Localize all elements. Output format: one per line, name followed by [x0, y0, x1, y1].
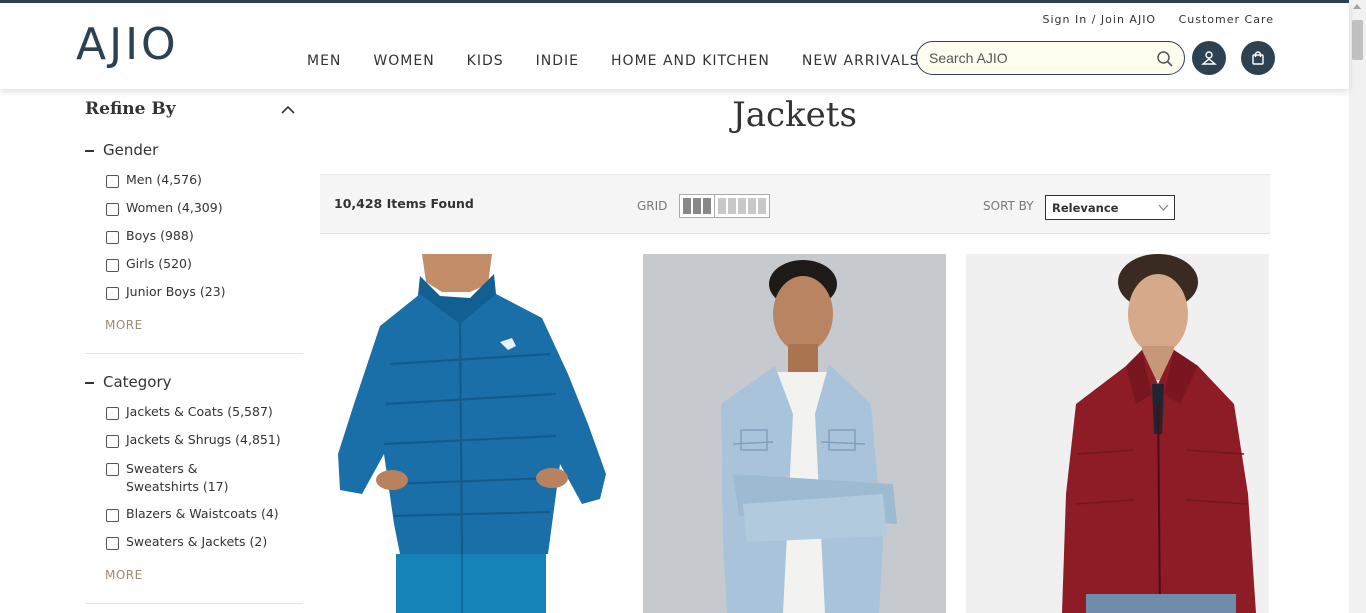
collapse-minus-icon — [85, 149, 94, 152]
nav-men[interactable]: MEN — [307, 53, 341, 69]
chevron-down-icon — [1158, 204, 1169, 211]
filter-option-label: Junior Boys (23) — [126, 284, 226, 299]
filter-option-label: Women (4,309) — [126, 200, 223, 215]
filter-gender-title[interactable]: Gender — [85, 141, 158, 159]
main-nav: MEN WOMEN KIDS INDIE HOME AND KITCHEN NE… — [307, 53, 920, 69]
scroll-up-arrow[interactable] — [1353, 4, 1361, 9]
filter-option[interactable]: Jackets & Shrugs (4,851) — [106, 432, 281, 448]
checkbox[interactable] — [106, 287, 119, 300]
checkbox[interactable] — [106, 259, 119, 272]
filter-option[interactable]: Sweaters & Jackets (2) — [106, 534, 267, 550]
filter-divider — [85, 603, 303, 604]
category-more-link[interactable]: MORE — [105, 568, 143, 582]
product-image — [643, 254, 946, 613]
checkbox[interactable] — [106, 203, 119, 216]
gender-more-link[interactable]: MORE — [105, 318, 143, 332]
sign-in-link[interactable]: Sign In / Join AJIO — [1043, 13, 1157, 26]
nav-kids[interactable]: KIDS — [467, 53, 504, 69]
bag-icon — [1252, 51, 1264, 65]
user-icon — [1201, 51, 1217, 65]
filter-option-label: Blazers & Waistcoats (4) — [126, 506, 279, 521]
cart-button[interactable] — [1241, 41, 1275, 75]
filter-option[interactable]: Men (4,576) — [106, 172, 202, 188]
filter-option-label: Girls (520) — [126, 256, 192, 271]
product-card[interactable] — [643, 254, 946, 613]
nav-new-arrivals[interactable]: NEW ARRIVALS — [802, 53, 920, 69]
grid-3-column-button[interactable] — [680, 195, 715, 217]
filter-option[interactable]: Women (4,309) — [106, 200, 223, 216]
filter-option-label: Jackets & Coats (5,587) — [126, 404, 273, 419]
ajio-logo[interactable]: AJIO — [76, 23, 179, 67]
sort-selected-value: Relevance — [1052, 201, 1119, 215]
grid-label: GRID — [637, 199, 668, 213]
product-image — [966, 254, 1269, 613]
checkbox[interactable] — [106, 175, 119, 188]
nav-women[interactable]: WOMEN — [373, 53, 434, 69]
filter-option-label: Jackets & Shrugs (4,851) — [126, 432, 281, 447]
sort-by-label: SORT BY — [983, 199, 1034, 213]
page-title: Jackets — [732, 95, 857, 135]
nav-indie[interactable]: INDIE — [536, 53, 579, 69]
scrollbar-thumb[interactable] — [1352, 20, 1363, 60]
filter-option-label: Sweaters & Jackets (2) — [126, 534, 268, 549]
filter-option-label: Boys (988) — [126, 228, 194, 243]
filter-option-label: Sweaters & Sweatshirts (17) — [126, 461, 229, 494]
search-input[interactable] — [929, 48, 1154, 68]
collapse-minus-icon — [85, 381, 94, 384]
product-card[interactable] — [966, 254, 1269, 613]
customer-care-link[interactable]: Customer Care — [1179, 13, 1274, 26]
filter-gender-label: Gender — [103, 141, 159, 159]
chevron-up-icon[interactable] — [281, 105, 295, 115]
filter-divider — [85, 353, 303, 354]
filter-category-label: Category — [103, 373, 172, 391]
search-icon[interactable] — [1156, 50, 1174, 68]
checkbox[interactable] — [106, 231, 119, 244]
sort-select[interactable]: Relevance — [1045, 195, 1175, 220]
page-scrollbar[interactable] — [1349, 0, 1366, 613]
checkbox[interactable] — [106, 407, 119, 420]
top-links: Sign In / Join AJIO Customer Care — [1025, 13, 1274, 26]
filter-option[interactable]: Girls (520) — [106, 256, 192, 272]
filter-option-label: Men (4,576) — [126, 172, 202, 187]
filter-option[interactable]: Sweaters & Sweatshirts (17) — [106, 460, 266, 496]
product-image — [320, 254, 623, 613]
checkbox[interactable] — [106, 509, 119, 522]
refine-by-title: Refine By — [85, 99, 176, 119]
checkbox[interactable] — [106, 537, 119, 550]
results-toolbar: 10,428 Items Found GRID SORT BY Relevanc… — [320, 174, 1270, 234]
items-found-count: 10,428 Items Found — [334, 196, 474, 211]
nav-home-and-kitchen[interactable]: HOME AND KITCHEN — [611, 53, 770, 69]
filter-option[interactable]: Blazers & Waistcoats (4) — [106, 506, 279, 522]
search-box — [916, 41, 1185, 75]
filter-option[interactable]: Jackets & Coats (5,587) — [106, 404, 273, 420]
grid-5-column-button[interactable] — [715, 195, 769, 217]
filter-option[interactable]: Junior Boys (23) — [106, 284, 226, 300]
site-header: AJIO Sign In / Join AJIO Customer Care M… — [0, 3, 1349, 89]
filter-category-title[interactable]: Category — [85, 373, 172, 391]
product-card[interactable] — [320, 254, 623, 613]
checkbox[interactable] — [106, 463, 119, 476]
checkbox[interactable] — [106, 435, 119, 448]
account-button[interactable] — [1192, 41, 1226, 75]
grid-view-toggle — [679, 194, 770, 218]
filter-option[interactable]: Boys (988) — [106, 228, 194, 244]
